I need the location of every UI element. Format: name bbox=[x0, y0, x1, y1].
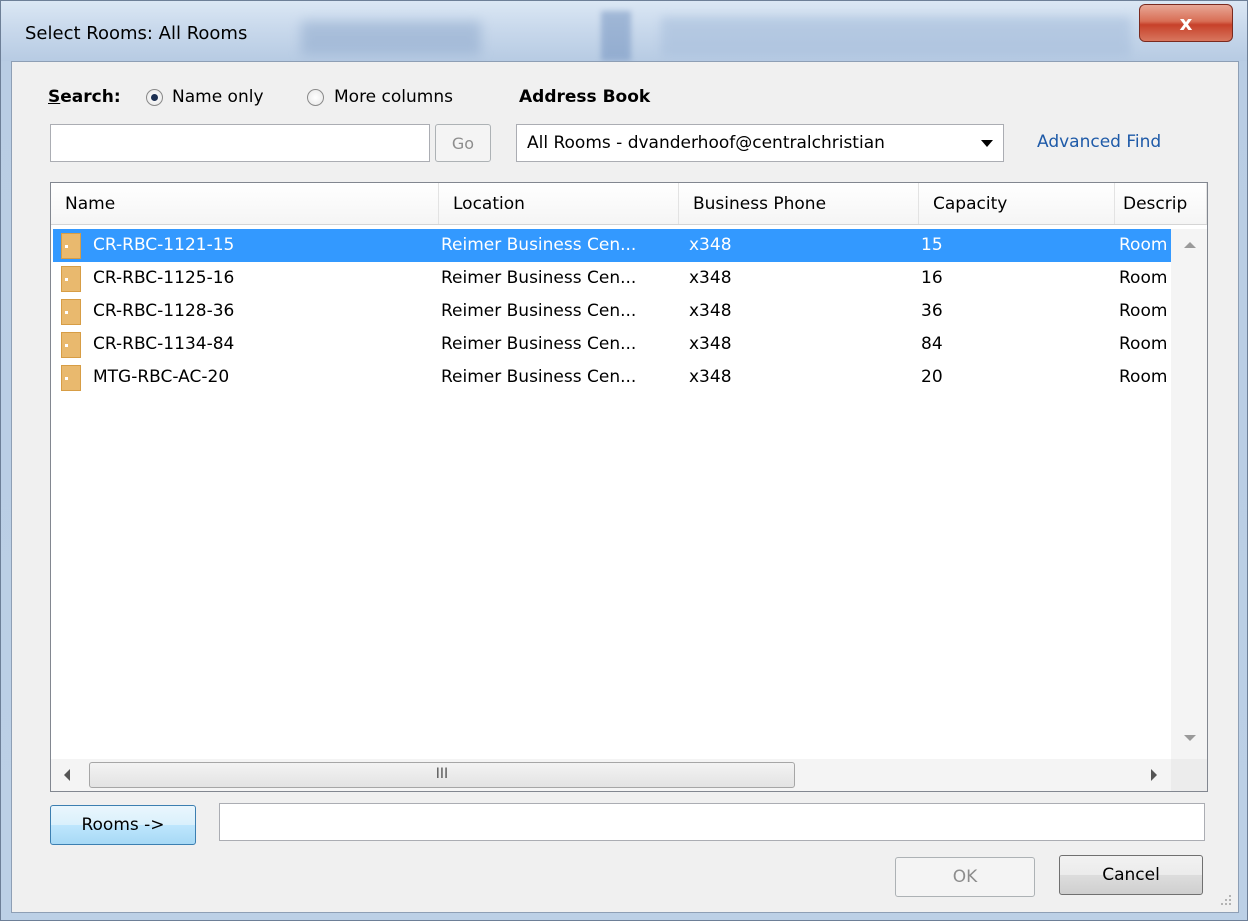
address-book-label: Address Book bbox=[519, 87, 651, 107]
list-item[interactable]: CR-RBC-1134-84 Reimer Business Cen... x3… bbox=[53, 328, 1171, 361]
cell-description: Room bbox=[1119, 235, 1168, 255]
cell-location: Reimer Business Cen... bbox=[441, 268, 637, 288]
scroll-left-icon[interactable] bbox=[64, 769, 70, 781]
cell-capacity: 20 bbox=[921, 367, 943, 387]
radio-name-only-label[interactable]: Name only bbox=[172, 87, 264, 107]
cell-name: CR-RBC-1125-16 bbox=[93, 268, 235, 288]
cell-capacity: 36 bbox=[921, 301, 943, 321]
cell-name: CR-RBC-1121-15 bbox=[93, 235, 235, 255]
vertical-scrollbar[interactable] bbox=[1171, 229, 1207, 759]
background-blur bbox=[601, 11, 631, 61]
radio-more-columns-label[interactable]: More columns bbox=[334, 87, 453, 107]
cell-business-phone: x348 bbox=[689, 334, 732, 354]
list-item[interactable]: MTG-RBC-AC-20 Reimer Business Cen... x34… bbox=[53, 361, 1171, 394]
cell-business-phone: x348 bbox=[689, 235, 732, 255]
column-header-description[interactable]: Descrip bbox=[1115, 183, 1207, 224]
radio-more-columns[interactable] bbox=[307, 89, 324, 106]
rooms-field[interactable] bbox=[219, 803, 1205, 841]
cell-description: Room bbox=[1119, 268, 1168, 288]
room-icon bbox=[61, 332, 81, 358]
cell-name: CR-RBC-1134-84 bbox=[93, 334, 235, 354]
room-icon bbox=[61, 299, 81, 325]
chevron-down-icon bbox=[981, 140, 993, 147]
scroll-up-icon[interactable] bbox=[1184, 242, 1196, 248]
cell-location: Reimer Business Cen... bbox=[441, 367, 637, 387]
cell-location: Reimer Business Cen... bbox=[441, 235, 637, 255]
address-book-selected: All Rooms - dvanderhoof@centralchristian bbox=[527, 133, 885, 153]
horizontal-scrollbar[interactable]: III bbox=[51, 759, 1171, 791]
cell-location: Reimer Business Cen... bbox=[441, 301, 637, 321]
column-header-capacity[interactable]: Capacity bbox=[919, 183, 1115, 224]
cell-capacity: 15 bbox=[921, 235, 943, 255]
cell-capacity: 84 bbox=[921, 334, 943, 354]
search-label: Search: bbox=[48, 87, 121, 107]
cell-business-phone: x348 bbox=[689, 301, 732, 321]
cancel-button[interactable]: Cancel bbox=[1059, 855, 1203, 895]
search-input[interactable] bbox=[50, 124, 430, 162]
cell-description: Room bbox=[1119, 301, 1168, 321]
column-header-business-phone[interactable]: Business Phone bbox=[679, 183, 919, 224]
close-button[interactable]: x bbox=[1139, 4, 1233, 42]
list-item[interactable]: CR-RBC-1121-15 Reimer Business Cen... x3… bbox=[53, 229, 1171, 262]
cell-business-phone: x348 bbox=[689, 367, 732, 387]
rooms-button[interactable]: Rooms -> bbox=[50, 805, 196, 845]
cell-capacity: 16 bbox=[921, 268, 943, 288]
radio-name-only[interactable] bbox=[146, 89, 163, 106]
go-button[interactable]: Go bbox=[435, 124, 491, 162]
cell-description: Room bbox=[1119, 334, 1168, 354]
cell-name: MTG-RBC-AC-20 bbox=[93, 367, 230, 387]
close-icon: x bbox=[1179, 11, 1193, 35]
background-blur bbox=[301, 21, 481, 55]
scroll-right-icon[interactable] bbox=[1151, 769, 1157, 781]
dialog-window: Select Rooms: All Rooms x Search: Name o… bbox=[0, 0, 1248, 921]
cell-location: Reimer Business Cen... bbox=[441, 334, 637, 354]
window-title: Select Rooms: All Rooms bbox=[25, 23, 248, 44]
resize-grip-icon[interactable] bbox=[1218, 892, 1234, 908]
cell-name: CR-RBC-1128-36 bbox=[93, 301, 235, 321]
room-icon bbox=[61, 365, 81, 391]
title-bar: Select Rooms: All Rooms x bbox=[1, 1, 1247, 61]
background-blur bbox=[661, 17, 1131, 57]
advanced-find-link[interactable]: Advanced Find bbox=[1037, 132, 1161, 152]
scroll-down-icon[interactable] bbox=[1184, 735, 1196, 741]
rooms-list[interactable]: Name Location Business Phone Capacity De… bbox=[50, 182, 1208, 792]
column-header-location[interactable]: Location bbox=[439, 183, 679, 224]
list-item[interactable]: CR-RBC-1125-16 Reimer Business Cen... x3… bbox=[53, 262, 1171, 295]
room-icon bbox=[61, 233, 81, 259]
horizontal-scroll-thumb[interactable]: III bbox=[89, 762, 795, 788]
dialog-client-area: Search: Name only More columns Address B… bbox=[11, 61, 1239, 913]
cell-business-phone: x348 bbox=[689, 268, 732, 288]
list-item[interactable]: CR-RBC-1128-36 Reimer Business Cen... x3… bbox=[53, 295, 1171, 328]
room-icon bbox=[61, 266, 81, 292]
ok-button[interactable]: OK bbox=[895, 857, 1035, 897]
address-book-select[interactable]: All Rooms - dvanderhoof@centralchristian bbox=[516, 124, 1004, 162]
list-header: Name Location Business Phone Capacity De… bbox=[51, 183, 1207, 225]
cell-description: Room bbox=[1119, 367, 1168, 387]
scrollbar-corner bbox=[1171, 759, 1207, 791]
column-header-name[interactable]: Name bbox=[51, 183, 439, 224]
